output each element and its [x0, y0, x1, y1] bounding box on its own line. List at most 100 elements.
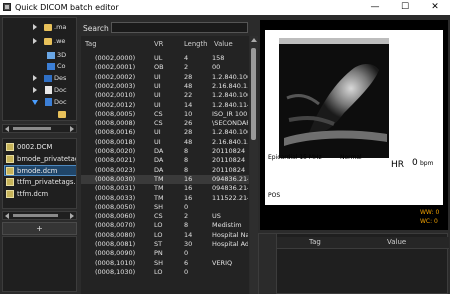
cell-value: \SECONDAR: [212, 119, 248, 128]
cell-length: 0: [184, 249, 189, 258]
tree-item-label: 3D: [57, 51, 67, 59]
table-row[interactable]: (0008,0005) CS 10 ISO_IR 100: [81, 110, 249, 119]
table-row[interactable]: (0008,0080) LO 14 Hospital Na: [81, 231, 249, 240]
folder-icon: [58, 111, 66, 118]
tree-item[interactable]: Doc: [3, 97, 76, 108]
tree-item[interactable]: 3D: [3, 50, 76, 61]
maximize-button[interactable]: ☐: [392, 0, 418, 15]
cell-vr: TM: [154, 174, 164, 183]
file-list-item[interactable]: ttfm.dcm: [5, 189, 76, 200]
table-row[interactable]: (0008,0081)ST30Hospital Add: [81, 240, 249, 249]
file-name: ttfm_privatetags.dcm: [17, 178, 76, 186]
scroll-thumb[interactable]: [13, 127, 51, 130]
cell-length: 8: [184, 156, 189, 165]
table-row[interactable]: (0008,1030) LO 0: [81, 268, 249, 277]
expand-arrow-icon[interactable]: [33, 87, 37, 93]
column-header-value[interactable]: Value: [387, 238, 406, 246]
column-header-tag[interactable]: Tag: [309, 238, 321, 246]
search-input[interactable]: [111, 22, 248, 33]
image-viewer[interactable]: Epicardial 15 MHz Normal HR 0 bpm POS WW…: [260, 20, 448, 230]
cell-length: 16: [184, 184, 193, 193]
table-vertical-scrollbar[interactable]: [250, 36, 258, 294]
add-files-button[interactable]: +: [2, 222, 77, 235]
cell-value: 094836.214: [212, 174, 248, 183]
table-row[interactable]: (0008,0030) TM 16 094836.214: [81, 174, 249, 185]
cell-vr: CS: [154, 212, 163, 221]
cell-vr: UI: [154, 100, 161, 109]
cell-vr: LO: [154, 267, 163, 276]
column-header-tag[interactable]: Tag: [85, 40, 97, 48]
file-list-horizontal-scrollbar[interactable]: [2, 211, 77, 220]
overlay-position: POS: [268, 192, 281, 199]
scroll-thumb[interactable]: [251, 48, 256, 140]
cell-value: 20110824: [212, 147, 246, 155]
table-row[interactable]: (0008,0016) UI 28 1.2.840.100: [81, 128, 249, 137]
scroll-up-icon[interactable]: [251, 38, 257, 42]
column-header-length[interactable]: Length: [184, 40, 207, 48]
expand-arrow-icon[interactable]: [33, 75, 37, 81]
scroll-thumb[interactable]: [13, 214, 58, 217]
file-list-item[interactable]: 0002.DCM: [5, 142, 76, 153]
cell-vr: SH: [154, 258, 164, 267]
tree-horizontal-scrollbar[interactable]: [2, 124, 77, 133]
table-row[interactable]: (0008,0018)UI482.16.840.1.1: [81, 138, 249, 147]
table-row[interactable]: (0002,0010) UI 22 1.2.840.100: [81, 91, 249, 100]
table-row[interactable]: (0002,0003)UI482.16.840.1.1: [81, 82, 249, 91]
table-row[interactable]: (0002,0002) UI 28 1.2.840.100: [81, 73, 249, 82]
expand-arrow-icon[interactable]: [33, 38, 37, 44]
minimize-button[interactable]: —: [362, 0, 388, 15]
table-row[interactable]: (0008,0020) DA 8 20110824: [81, 147, 249, 156]
file-name: bmode_privatetags.dcm: [17, 155, 76, 163]
cell-length: 28: [184, 128, 193, 137]
table-row[interactable]: (0008,0090) PN 0: [81, 249, 249, 258]
objects-3d-icon: [47, 52, 55, 59]
cell-length: 14: [184, 100, 193, 109]
cell-value: 2.16.840.1.1: [212, 137, 248, 146]
table-row[interactable]: (0008,0050) SH 0: [81, 203, 249, 212]
collapse-arrow-icon[interactable]: [32, 100, 38, 105]
dicom-tag-table[interactable]: Tag VR Length Value (0002,0000) UL 4 158 (00…: [81, 36, 249, 294]
folder-tree[interactable]: .ma .we 3D Co Des Doc Doc: [2, 17, 77, 121]
table-row[interactable]: (0002,0000) UL 4 158: [81, 54, 249, 63]
file-list-item[interactable]: bmode_privatetags.dcm: [5, 154, 76, 165]
tree-item[interactable]: .ma: [3, 22, 76, 33]
table-row[interactable]: (0008,0023) DA 8 20110824: [81, 166, 249, 175]
table-row[interactable]: (0008,0033) TM 16 111522.214: [81, 194, 249, 203]
table-row[interactable]: (0008,0021) DA 8 20110824: [81, 156, 249, 165]
dicom-file-icon: [6, 190, 14, 198]
scroll-right-icon[interactable]: [70, 126, 74, 132]
left-bottom-panel: [2, 236, 77, 292]
overlay-window-center: WC: 0: [420, 218, 438, 225]
scroll-left-icon[interactable]: [5, 213, 9, 219]
cell-vr: DA: [154, 165, 164, 174]
table-row[interactable]: (0002,0012) UI 14 1.2.840.114: [81, 101, 249, 110]
cell-length: 22: [184, 91, 193, 100]
close-button[interactable]: ✕: [422, 0, 448, 15]
tree-item[interactable]: Co: [3, 61, 76, 72]
dicom-file-icon: [6, 143, 14, 151]
column-header-vr[interactable]: VR: [154, 40, 163, 48]
scroll-right-icon[interactable]: [70, 213, 74, 219]
expand-arrow-icon[interactable]: [33, 24, 37, 30]
scroll-left-icon[interactable]: [5, 126, 9, 132]
cell-vr: UI: [154, 128, 161, 137]
tree-item[interactable]: Des: [3, 73, 76, 84]
table-row[interactable]: (0008,0060) CS 2 US: [81, 212, 249, 221]
table-row[interactable]: (0008,0008) CS 26 \SECONDAR: [81, 119, 249, 128]
tree-item[interactable]: .we: [3, 36, 76, 47]
table-row[interactable]: (0008,0031) TM 16 094836.214: [81, 184, 249, 193]
tree-item[interactable]: Doc: [3, 85, 76, 96]
cell-value: 111522.214: [212, 193, 248, 202]
cell-value: Hospital Na: [212, 230, 248, 239]
private-tag-table[interactable]: Tag Value: [258, 233, 449, 294]
table-row[interactable]: (0008,0070) LO 8 Medistim: [81, 221, 249, 230]
cell-length: 16: [184, 174, 193, 183]
file-list-item[interactable]: ttfm_privatetags.dcm: [5, 177, 76, 188]
column-header-value[interactable]: Value: [214, 40, 233, 48]
overlay-bpm-unit: bpm: [420, 160, 434, 167]
file-list[interactable]: 0002.DCM bmode_privatetags.dcm bmode.dcm…: [2, 138, 77, 209]
file-list-item[interactable]: bmode.dcm: [4, 165, 76, 176]
table-row[interactable]: (0002,0001) OB 2 00: [81, 63, 249, 72]
table-row[interactable]: (0008,1010) SH 6 VERIQ: [81, 259, 249, 268]
cell-length: 2: [184, 63, 189, 72]
